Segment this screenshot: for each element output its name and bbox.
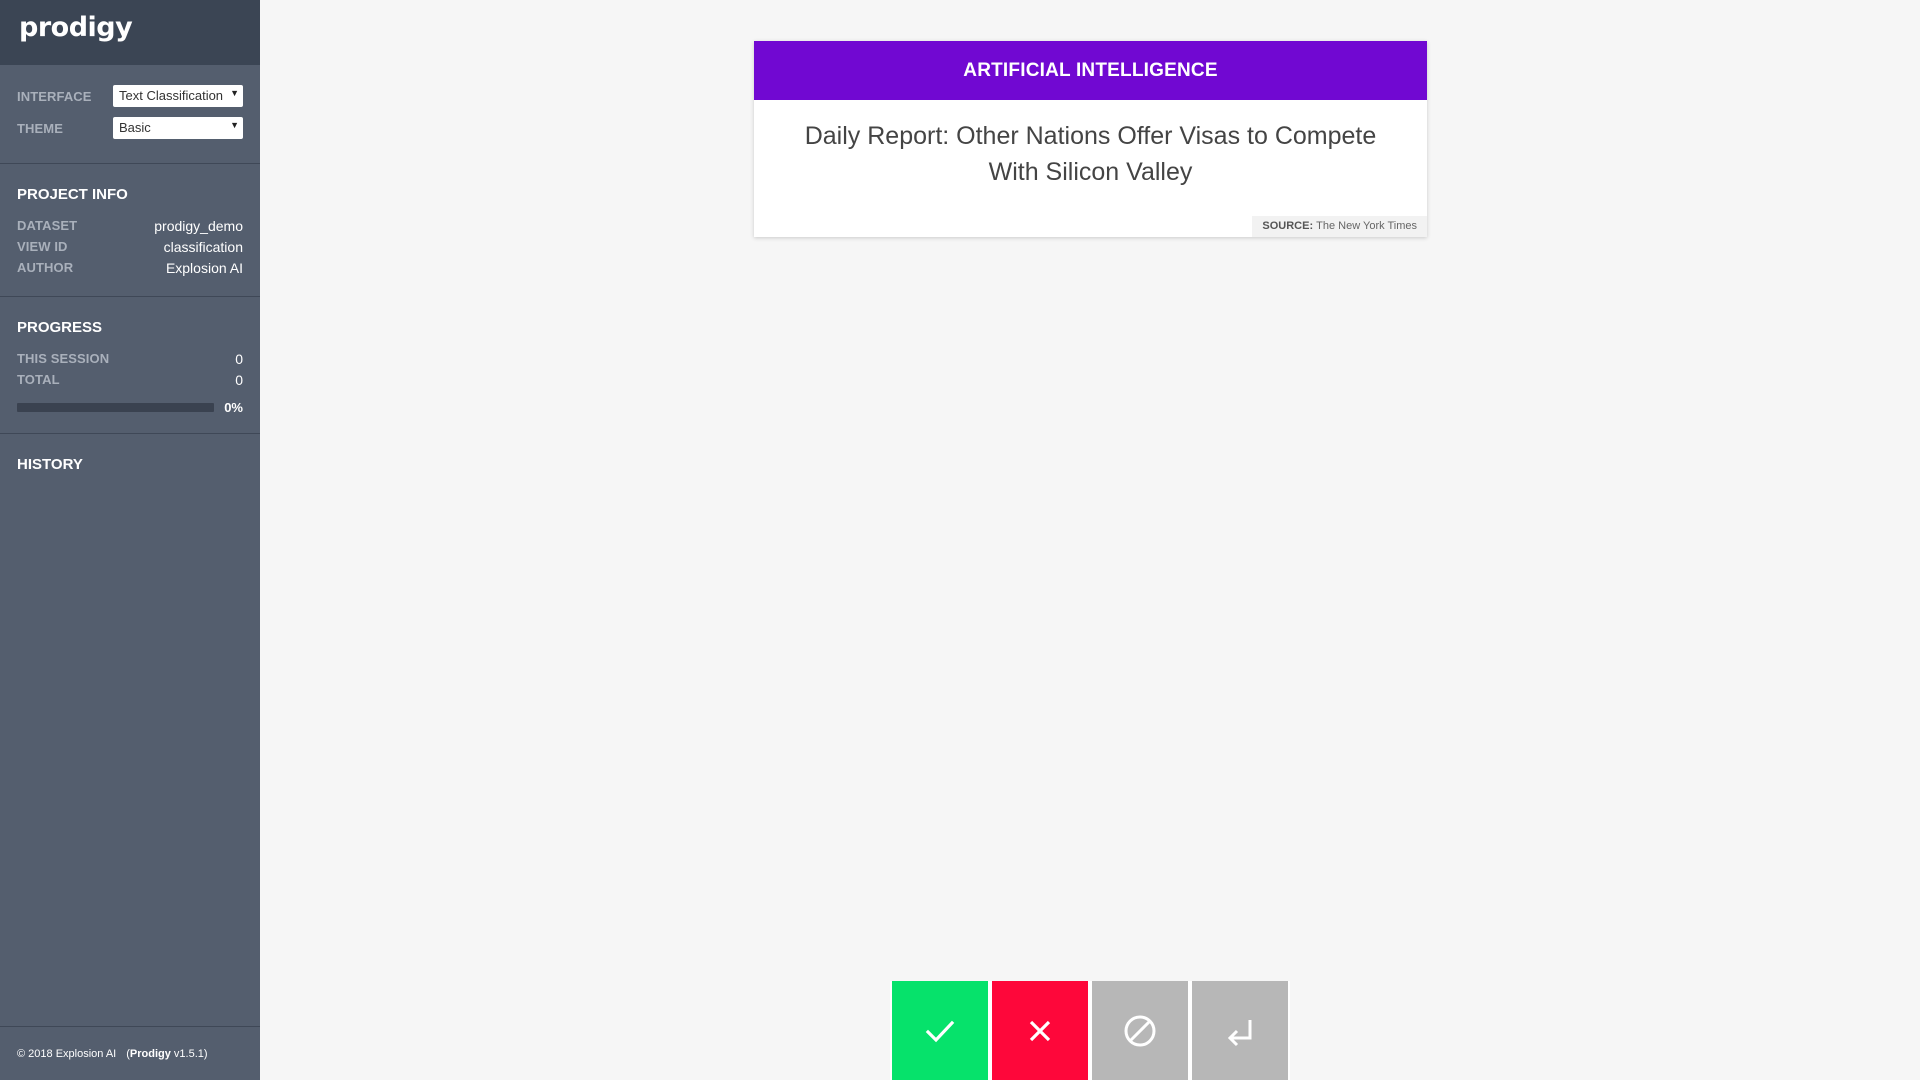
product-name: Prodigy	[129, 1047, 171, 1060]
project-info-section: PROJECT INFO DATASET prodigy_demo VIEW I…	[0, 164, 260, 297]
return-icon	[1227, 1019, 1252, 1046]
logo-bar: prodigy	[0, 0, 260, 65]
dataset-value: prodigy_demo	[154, 217, 243, 234]
history-heading: HISTORY	[17, 456, 83, 473]
source-value: The New York Times	[1316, 220, 1417, 232]
category-label: ARTIFICIAL INTELLIGENCE	[754, 41, 1427, 100]
view-id-label: VIEW ID	[17, 239, 68, 254]
version-number: v1.5.1)	[170, 1047, 208, 1060]
reject-button[interactable]	[992, 981, 1088, 1080]
check-icon	[925, 1020, 955, 1042]
project-info-heading: PROJECT INFO	[17, 186, 128, 203]
settings-section: INTERFACE Text Classification ▼ THEME Ba…	[0, 65, 260, 164]
total-label: TOTAL	[17, 372, 60, 387]
interface-label: INTERFACE	[17, 88, 92, 104]
progress-section: PROGRESS THIS SESSION 0 TOTAL 0 0%	[0, 297, 260, 434]
ignore-button[interactable]	[1092, 981, 1188, 1080]
progress-bar	[17, 403, 214, 412]
dataset-row: DATASET prodigy_demo	[17, 215, 243, 236]
progress-heading: PROGRESS	[17, 319, 103, 336]
footer: © 2018 Explosion AI (Prodigy v1.5.1)	[0, 1026, 260, 1080]
view-id-value: classification	[163, 238, 243, 255]
theme-row: THEME Basic ▼	[17, 117, 243, 139]
progress-percent: 0%	[224, 400, 243, 415]
history-section: HISTORY	[0, 434, 260, 503]
action-buttons	[890, 981, 1290, 1080]
interface-select[interactable]: Text Classification ▼	[113, 85, 243, 107]
interface-row: INTERFACE Text Classification ▼	[17, 85, 243, 107]
author-value: Explosion AI	[165, 259, 243, 276]
dropdown-caret-icon: ▼	[230, 88, 239, 98]
prodigy-logo: prodigy	[19, 12, 133, 43]
source-meta: SOURCE: The New York Times	[1252, 216, 1427, 237]
task-text: Daily Report: Other Nations Offer Visas …	[804, 122, 1377, 186]
annotation-card: ARTIFICIAL INTELLIGENCE Daily Report: Ot…	[754, 41, 1427, 237]
undo-button[interactable]	[1192, 981, 1288, 1080]
total-value: 0	[235, 371, 243, 388]
copyright: © 2018 Explosion AI	[17, 1047, 117, 1060]
total-row: TOTAL 0	[17, 369, 243, 390]
dropdown-caret-icon: ▼	[230, 120, 239, 130]
this-session-value: 0	[235, 350, 243, 367]
ban-icon	[1124, 1015, 1156, 1046]
theme-label: THEME	[17, 120, 63, 136]
interface-select-value: Text Classification	[119, 88, 224, 103]
theme-select[interactable]: Basic ▼	[113, 117, 243, 139]
sidebar: prodigy INTERFACE Text Classification ▼ …	[0, 0, 260, 1080]
author-label: AUTHOR	[17, 260, 74, 275]
accept-button[interactable]	[892, 981, 988, 1080]
view-id-row: VIEW ID classification	[17, 236, 243, 257]
this-session-row: THIS SESSION 0	[17, 348, 243, 369]
dataset-label: DATASET	[17, 218, 78, 233]
source-label: SOURCE:	[1262, 220, 1314, 232]
close-icon	[1029, 1020, 1051, 1041]
author-row: AUTHOR Explosion AI	[17, 257, 243, 278]
version-info: (Prodigy v1.5.1)	[126, 1048, 207, 1060]
progress-bar-row: 0%	[17, 400, 243, 415]
this-session-label: THIS SESSION	[17, 351, 110, 366]
theme-select-value: Basic	[119, 120, 151, 135]
